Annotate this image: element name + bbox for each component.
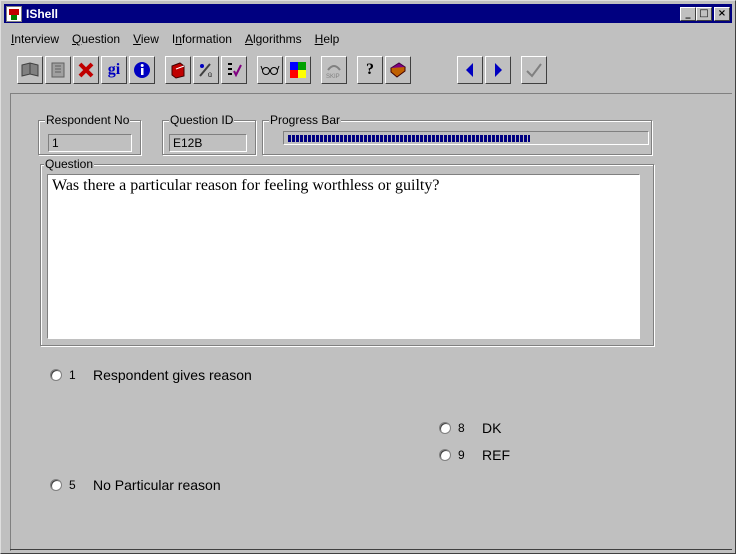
- bottom-border: [10, 549, 732, 550]
- progress-group: Progress Bar: [262, 113, 652, 155]
- checklist-icon[interactable]: [221, 56, 247, 84]
- book-icon[interactable]: [45, 56, 71, 84]
- minimize-button[interactable]: _: [680, 6, 696, 21]
- forward-arrow-icon[interactable]: [485, 56, 511, 84]
- skip-label: SKIP: [326, 74, 340, 80]
- window-title: IShell: [26, 6, 59, 21]
- color-grid-icon[interactable]: [285, 56, 311, 84]
- red-book-icon[interactable]: [165, 56, 191, 84]
- menu-interview[interactable]: Interview: [11, 32, 59, 50]
- option-code: 9: [458, 448, 465, 462]
- gi-icon[interactable]: gi: [101, 56, 127, 84]
- checkmark-icon[interactable]: [521, 56, 547, 84]
- title-buttons: _ □ ×: [680, 6, 730, 21]
- client-area: Respondent No 1 Question ID E12B Progres…: [10, 93, 732, 551]
- open-book-icon[interactable]: [17, 56, 43, 84]
- ishell-window: IShell _ □ × Interview Question View Inf…: [0, 0, 736, 554]
- app-icon[interactable]: [6, 5, 22, 22]
- option-label: REF: [482, 447, 510, 463]
- option-label: No Particular reason: [93, 477, 221, 493]
- option-ref[interactable]: 9 REF: [439, 447, 510, 463]
- option-code: 8: [458, 421, 465, 435]
- question-id-label: Question ID: [169, 113, 235, 127]
- progress-bar: [283, 131, 649, 145]
- option-no-particular-reason[interactable]: 5 No Particular reason: [50, 477, 221, 493]
- skip-icon[interactable]: SKIP: [321, 56, 347, 84]
- progress-fill: [288, 135, 530, 142]
- respondent-label: Respondent No: [45, 113, 131, 127]
- radio-button[interactable]: [50, 479, 62, 491]
- radio-button[interactable]: [439, 449, 451, 461]
- option-label: DK: [482, 420, 502, 436]
- respondent-field: 1: [48, 134, 132, 152]
- question-id-field: E12B: [169, 134, 247, 152]
- title-bar[interactable]: IShell _ □ ×: [4, 4, 732, 23]
- close-button[interactable]: ×: [714, 6, 730, 21]
- respondent-group: Respondent No 1: [38, 113, 141, 155]
- option-code: 5: [69, 478, 76, 492]
- option-code: 1: [69, 368, 76, 382]
- question-label: Question: [44, 157, 95, 171]
- gi-label: gi: [107, 61, 121, 78]
- percent-icon[interactable]: ü: [193, 56, 219, 84]
- red-x-icon[interactable]: [73, 56, 99, 84]
- back-arrow-icon[interactable]: [457, 56, 483, 84]
- help-icon[interactable]: ?: [357, 56, 383, 84]
- menu-algorithms[interactable]: Algorithms: [245, 32, 302, 50]
- option-respondent-gives-reason[interactable]: 1 Respondent gives reason: [50, 367, 252, 383]
- radio-button[interactable]: [50, 369, 62, 381]
- menu-information[interactable]: Information: [172, 32, 232, 50]
- maximize-button[interactable]: □: [696, 6, 712, 21]
- question-group: Question Was there a particular reason f…: [40, 157, 654, 346]
- svg-text:ü: ü: [208, 72, 212, 79]
- menu-view[interactable]: View: [133, 32, 159, 50]
- menu-help[interactable]: Help: [315, 32, 340, 50]
- menu-question[interactable]: Question: [72, 32, 120, 50]
- question-id-group: Question ID E12B: [162, 113, 256, 155]
- purple-book-icon[interactable]: [385, 56, 411, 84]
- toolbar: gi ü SKIP ?: [15, 56, 575, 90]
- help-label: ?: [366, 61, 374, 78]
- question-text: Was there a particular reason for feelin…: [47, 174, 640, 339]
- progress-label: Progress Bar: [269, 113, 342, 127]
- menu-bar: Interview Question View Information Algo…: [11, 32, 352, 50]
- option-dk[interactable]: 8 DK: [439, 420, 501, 436]
- info-icon[interactable]: [129, 56, 155, 84]
- option-label: Respondent gives reason: [93, 367, 252, 383]
- radio-button[interactable]: [439, 422, 451, 434]
- glasses-icon[interactable]: [257, 56, 283, 84]
